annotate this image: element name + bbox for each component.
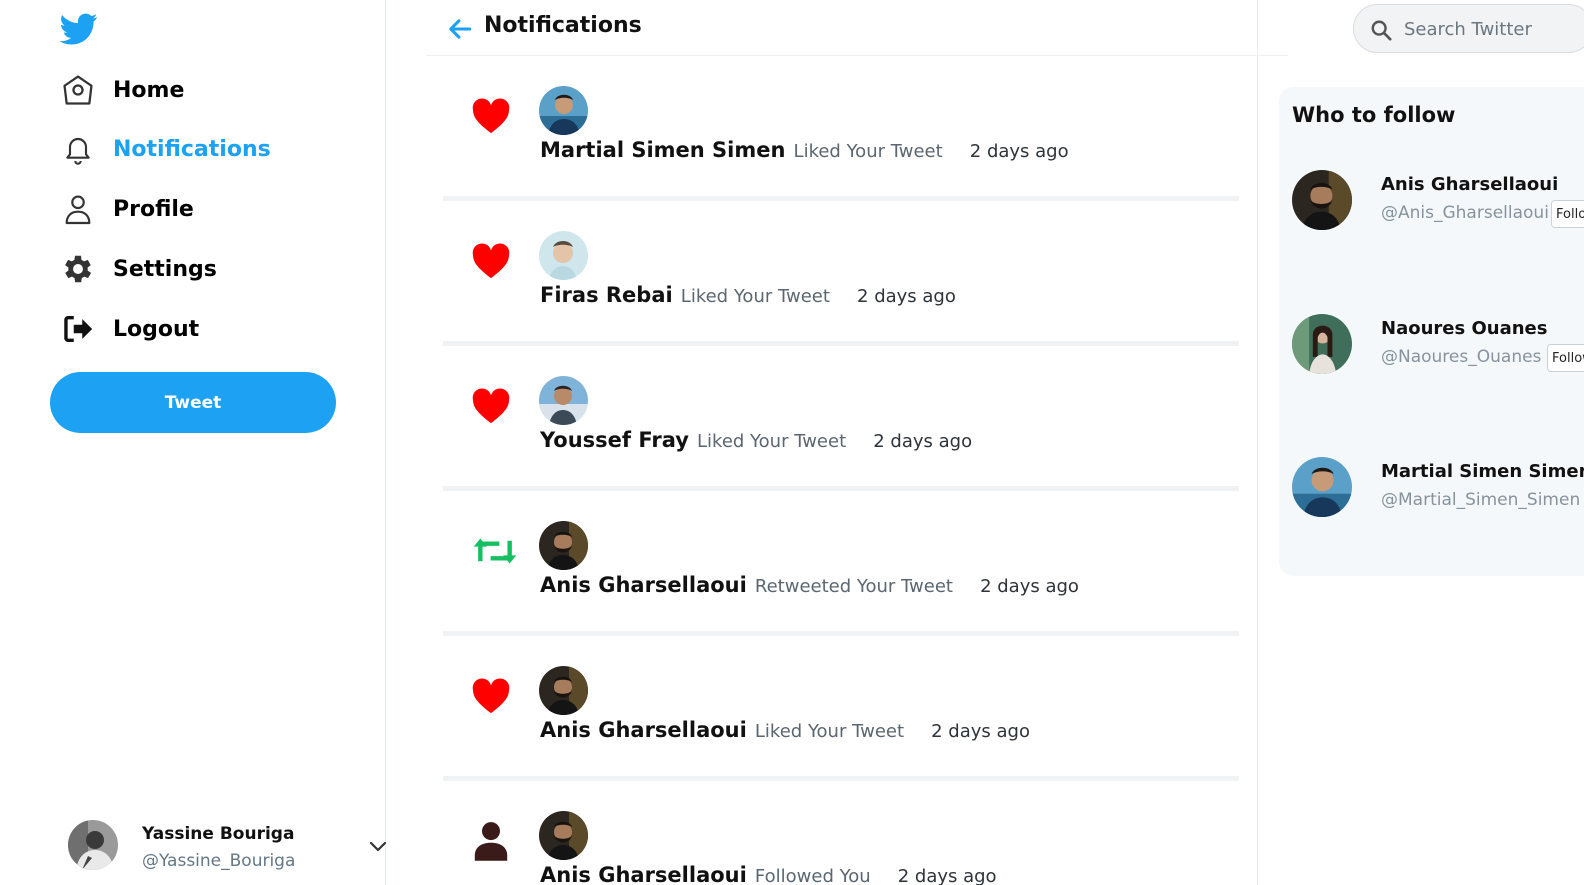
user-icon	[60, 191, 96, 227]
nav-label-settings: Settings	[113, 256, 217, 282]
avatar[interactable]	[539, 86, 588, 135]
notification-action: Liked Your Tweet	[754, 721, 905, 742]
notification-user[interactable]: Martial Simen Simen	[540, 138, 785, 162]
search-input[interactable]	[1404, 15, 1584, 43]
notification-text: Anis Gharsellaoui Retweeted Your Tweet 2…	[540, 573, 1079, 597]
notification-user[interactable]: Anis Gharsellaoui	[540, 718, 747, 742]
notification-action: Liked Your Tweet	[680, 286, 830, 307]
heart-icon	[469, 94, 513, 138]
search-icon	[1370, 19, 1392, 41]
avatar[interactable]	[539, 231, 588, 280]
avatar	[68, 820, 118, 870]
person-icon	[469, 819, 513, 863]
twitter-bird-icon[interactable]	[60, 10, 98, 48]
notification-text: Firas Rebai Liked Your Tweet 2 days ago	[540, 283, 956, 307]
notification-item[interactable]: Martial Simen Simen Liked Your Tweet 2 d…	[443, 56, 1239, 201]
search-box[interactable]	[1353, 4, 1584, 53]
avatar[interactable]	[1292, 170, 1352, 230]
notification-item[interactable]: Anis Gharsellaoui Followed You 2 days ag…	[443, 781, 1239, 885]
nav-label-profile: Profile	[113, 196, 194, 222]
heart-icon	[469, 239, 513, 283]
suggestion-handle: @Martial_Simen_Simen	[1381, 490, 1581, 510]
avatar[interactable]	[539, 666, 588, 715]
avatar[interactable]	[539, 811, 588, 860]
notification-action: Followed You	[754, 866, 871, 885]
follow-suggestion[interactable]: Martial Simen Simen @Martial_Simen_Simen	[1292, 457, 1584, 527]
suggestion-handle: @Naoures_Ouanes	[1381, 347, 1542, 367]
notification-time: 2 days ago	[980, 576, 1079, 597]
notification-item[interactable]: Firas Rebai Liked Your Tweet 2 days ago	[443, 201, 1239, 346]
notification-text: Youssef Fray Liked Your Tweet 2 days ago	[540, 428, 972, 452]
avatar[interactable]	[539, 521, 588, 570]
nav-label-notifications: Notifications	[113, 136, 271, 162]
notification-action: Liked Your Tweet	[697, 431, 847, 452]
account-name: Yassine Bouriga	[142, 824, 295, 844]
left-sidebar: Home Notifications Profile Settings Logo…	[0, 0, 388, 885]
page-title: Notifications	[484, 13, 642, 38]
heart-icon	[469, 384, 513, 428]
heart-icon	[469, 674, 513, 718]
home-icon	[60, 72, 96, 108]
notification-item[interactable]: Youssef Fray Liked Your Tweet 2 days ago	[443, 346, 1239, 491]
nav-label-home: Home	[113, 77, 185, 103]
who-to-follow-title: Who to follow	[1292, 103, 1456, 127]
notification-time: 2 days ago	[897, 866, 997, 885]
arrow-left-icon[interactable]	[447, 16, 473, 42]
nav-item-settings[interactable]: Settings	[60, 249, 217, 289]
suggestion-name[interactable]: Anis Gharsellaoui	[1381, 174, 1558, 195]
follow-button[interactable]: Follow	[1551, 200, 1584, 228]
notification-user[interactable]: Firas Rebai	[540, 283, 673, 307]
follow-button[interactable]: Follow	[1547, 344, 1584, 372]
suggestion-name[interactable]: Martial Simen Simen	[1381, 461, 1584, 482]
avatar[interactable]	[1292, 457, 1352, 517]
notification-time: 2 days ago	[873, 431, 973, 452]
retweet-icon	[473, 529, 517, 573]
nav-item-notifications[interactable]: Notifications	[60, 129, 271, 169]
chevron-down-icon[interactable]	[368, 836, 388, 856]
nav-label-logout: Logout	[113, 316, 200, 342]
avatar[interactable]	[1292, 314, 1352, 374]
follow-suggestion[interactable]: Anis Gharsellaoui @Anis_Gharsellaoui Fol…	[1292, 170, 1584, 240]
notification-time: 2 days ago	[931, 721, 1030, 742]
notification-item[interactable]: Anis Gharsellaoui Retweeted Your Tweet 2…	[443, 491, 1239, 636]
nav-item-home[interactable]: Home	[60, 70, 184, 110]
follow-suggestion[interactable]: Naoures Ouanes @Naoures_Ouanes Follow	[1292, 314, 1584, 384]
suggestion-handle: @Anis_Gharsellaoui	[1381, 203, 1549, 223]
avatar[interactable]	[539, 376, 588, 425]
gear-icon	[60, 251, 96, 287]
notification-action: Retweeted Your Tweet	[754, 576, 953, 597]
notification-item[interactable]: Anis Gharsellaoui Liked Your Tweet 2 day…	[443, 636, 1239, 781]
notification-text: Anis Gharsellaoui Followed You 2 days ag…	[540, 863, 997, 885]
who-to-follow-panel: Who to follow Anis Gharsellaoui @Anis_Gh…	[1279, 87, 1584, 576]
notification-user[interactable]: Anis Gharsellaoui	[540, 573, 747, 597]
account-switcher[interactable]: Yassine Bouriga @Yassine_Bouriga	[68, 818, 388, 878]
notifications-column: Notifications Martial Simen Simen Liked …	[386, 0, 1288, 885]
nav-item-profile[interactable]: Profile	[60, 189, 194, 229]
suggestion-name[interactable]: Naoures Ouanes	[1381, 318, 1547, 339]
notification-user[interactable]: Youssef Fray	[540, 428, 689, 452]
nav-item-logout[interactable]: Logout	[60, 309, 199, 349]
notification-text: Anis Gharsellaoui Liked Your Tweet 2 day…	[540, 718, 1030, 742]
account-handle: @Yassine_Bouriga	[142, 851, 296, 871]
notification-action: Liked Your Tweet	[793, 141, 943, 162]
logout-icon	[60, 311, 96, 347]
tweet-button[interactable]: Tweet	[50, 372, 336, 433]
notification-user[interactable]: Anis Gharsellaoui	[540, 863, 747, 885]
page-header: Notifications	[426, 0, 1288, 56]
notification-text: Martial Simen Simen Liked Your Tweet 2 d…	[540, 138, 1069, 162]
notification-time: 2 days ago	[857, 286, 956, 307]
notification-time: 2 days ago	[969, 141, 1069, 162]
bell-icon	[60, 131, 96, 167]
